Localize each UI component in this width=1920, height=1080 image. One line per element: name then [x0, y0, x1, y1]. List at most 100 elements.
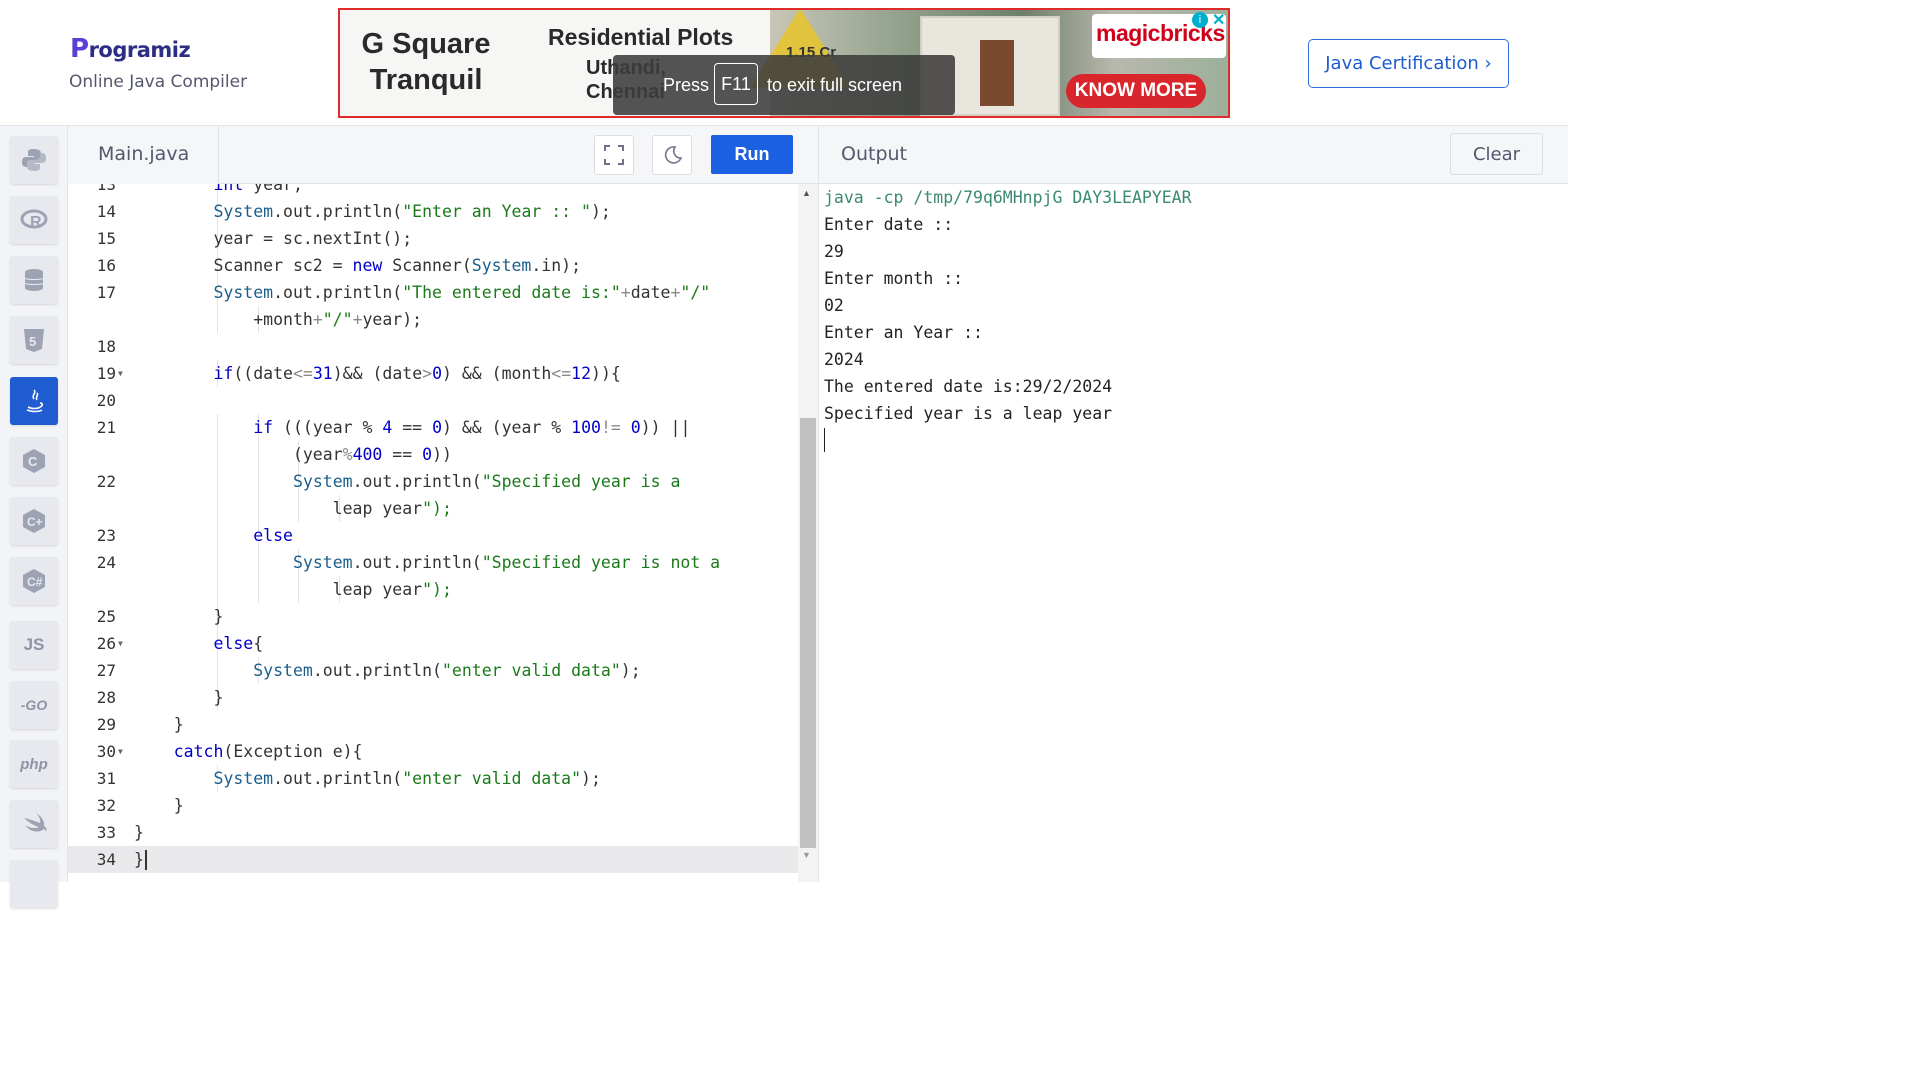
code-line[interactable]: 32 }	[68, 792, 798, 819]
code-text: else	[253, 526, 293, 545]
scrollbar-thumb[interactable]	[800, 418, 816, 848]
line-number: 33	[96, 823, 116, 842]
c-icon[interactable]: C	[10, 437, 58, 485]
csharp-icon[interactable]: C#	[10, 557, 58, 605]
code-line[interactable]: 31 System.out.println("enter valid data"…	[68, 765, 798, 792]
output-line: 02	[824, 296, 844, 315]
code-text: System.out.println("The entered date is:…	[213, 283, 711, 302]
code-text: Scanner sc2 = new Scanner(System.in);	[134, 256, 582, 275]
scroll-up-icon[interactable]: ▲	[802, 188, 811, 198]
javascript-icon[interactable]: JS	[10, 621, 58, 669]
cpp-icon[interactable]: C+	[10, 497, 58, 545]
line-number: 21	[96, 418, 116, 437]
ad-info-icon[interactable]: i	[1192, 12, 1208, 28]
fold-arrow-icon[interactable]: ▼	[118, 630, 123, 657]
code-line[interactable]: leap year");	[68, 576, 798, 603]
line-number: 13	[96, 184, 116, 194]
line-number: 34	[96, 850, 116, 869]
code-text: }	[134, 796, 184, 815]
output-line: Enter month ::	[824, 269, 964, 288]
code-line[interactable]: 28 }	[68, 684, 798, 711]
code-text: catch(Exception e){	[173, 742, 363, 761]
code-line[interactable]: 13 int year;	[68, 184, 798, 198]
output-command: java -cp /tmp/79q6MHnpjG DAY3LEAPYEAR	[824, 188, 1192, 207]
fullscreen-icon[interactable]	[594, 135, 634, 175]
svg-text:C: C	[28, 454, 38, 469]
programiz-logo[interactable]: Programiz	[70, 34, 191, 64]
line-number: 17	[96, 283, 116, 302]
line-number: 18	[96, 337, 116, 356]
code-line[interactable]: 34}	[68, 846, 798, 873]
php-icon[interactable]: php	[10, 740, 58, 788]
code-line[interactable]: 27 System.out.println("enter valid data"…	[68, 657, 798, 684]
code-line[interactable]: 33}	[68, 819, 798, 846]
code-line[interactable]: 16 Scanner sc2 = new Scanner(System.in);	[68, 252, 798, 279]
line-number: 27	[96, 661, 116, 680]
code-text: System.out.println("enter valid data");	[253, 661, 641, 680]
code-line[interactable]: 20	[68, 387, 798, 414]
editor-scrollbar[interactable]: ▲ ▼	[798, 184, 818, 882]
line-number: 22	[96, 472, 116, 491]
code-line[interactable]: 23 else	[68, 522, 798, 549]
output-line: Specified year is a leap year	[824, 404, 1113, 423]
output-line: The entered date is:29/2/2024	[824, 377, 1113, 396]
go-icon[interactable]: -GO	[10, 681, 58, 729]
r-icon[interactable]: R	[10, 196, 58, 244]
code-line[interactable]: 19 ▼ if((date<=31)&& (date>0) && (month<=…	[68, 360, 798, 387]
run-button[interactable]: Run	[711, 135, 793, 174]
fold-arrow-icon[interactable]: ▼	[118, 360, 123, 387]
code-line[interactable]: 21 if (((year % 4 == 0) && (year % 100!=…	[68, 414, 798, 441]
code-line[interactable]: 22 System.out.println("Specified year is…	[68, 468, 798, 495]
ad-close-icon[interactable]: ✕	[1212, 10, 1225, 30]
ad-brand-line1: G Square	[361, 28, 491, 60]
output-line: 2024	[824, 350, 864, 369]
svg-text:C+: C+	[27, 515, 43, 529]
ad-door-image	[980, 40, 1014, 106]
code-line[interactable]: 24 System.out.println("Specified year is…	[68, 549, 798, 576]
editor-toolbar: Main.java Run	[68, 126, 818, 184]
code-line[interactable]: +month+"/"+year);	[68, 306, 798, 333]
code-line[interactable]: 14 System.out.println("Enter an Year :: …	[68, 198, 798, 225]
code-line[interactable]: 30 ▼ catch(Exception e){	[68, 738, 798, 765]
file-tab-main-java[interactable]: Main.java	[68, 126, 219, 184]
fullscreen-rest-text: to exit full screen	[767, 75, 903, 95]
code-line[interactable]: 26 ▼ else{	[68, 630, 798, 657]
line-number: 15	[96, 229, 116, 248]
java-certification-button[interactable]: Java Certification ›	[1308, 39, 1509, 88]
scroll-down-icon[interactable]: ▼	[802, 850, 811, 860]
line-number: 30	[96, 742, 116, 761]
fullscreen-key: F11	[714, 63, 758, 105]
ad-cta-button[interactable]: KNOW MORE	[1066, 74, 1206, 108]
more-language-icon[interactable]	[10, 860, 58, 908]
code-text: System.out.println("Enter an Year :: ");	[213, 202, 611, 221]
fullscreen-press-text: Press	[663, 75, 710, 95]
code-line[interactable]: 18	[68, 333, 798, 360]
code-text: System.out.println("enter valid data");	[213, 769, 601, 788]
swift-icon[interactable]	[10, 800, 58, 848]
python-icon[interactable]	[10, 136, 58, 184]
database-icon[interactable]	[10, 256, 58, 304]
code-line[interactable]: 25 }	[68, 603, 798, 630]
clear-button[interactable]: Clear	[1450, 133, 1543, 175]
ad-brand-line2: Tranquil	[369, 64, 483, 96]
code-line[interactable]: 15 year = sc.nextInt();	[68, 225, 798, 252]
html5-icon[interactable]: 5	[10, 316, 58, 364]
code-editor[interactable]: 13 int year; 14 System.out.println("Enter…	[68, 184, 798, 882]
logo-text: rogramiz	[88, 38, 191, 62]
code-line[interactable]: 17 System.out.println("The entered date …	[68, 279, 798, 306]
dark-mode-icon[interactable]	[652, 135, 692, 175]
fold-arrow-icon[interactable]: ▼	[118, 738, 123, 765]
fullscreen-notice: Press F11 to exit full screen	[613, 55, 955, 115]
code-line[interactable]: 29 }	[68, 711, 798, 738]
java-icon[interactable]	[10, 377, 58, 425]
output-console[interactable]: java -cp /tmp/79q6MHnpjG DAY3LEAPYEAR En…	[818, 184, 1568, 882]
code-line[interactable]: leap year");	[68, 495, 798, 522]
code-line[interactable]: (year%400 == 0))	[68, 441, 798, 468]
svg-text:R: R	[30, 214, 42, 231]
ad-brand: G Square Tranquil	[360, 26, 492, 98]
code-text: leap year");	[134, 499, 452, 518]
output-line: Enter date ::	[824, 215, 954, 234]
code-text: leap year");	[134, 580, 452, 599]
code-text: }	[134, 715, 184, 734]
code-text: System.out.println("Specified year is a	[292, 472, 681, 491]
